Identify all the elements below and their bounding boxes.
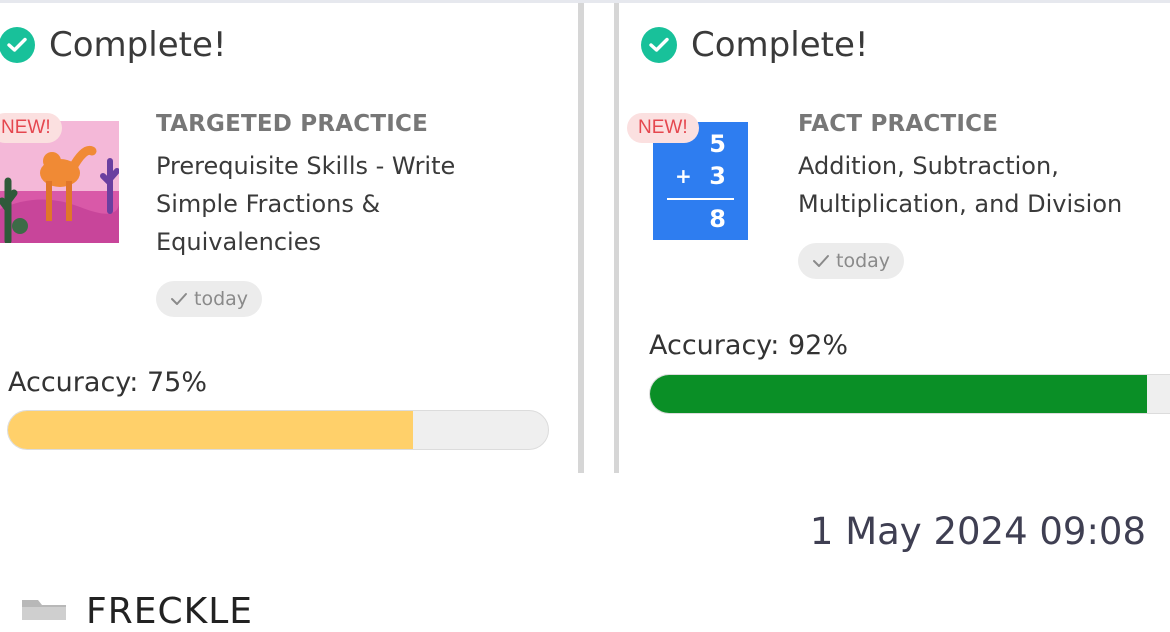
activity-title-line: Prerequisite Skills - Write [156, 152, 456, 180]
check-icon [813, 255, 829, 267]
activity-category: TARGETED PRACTICE [156, 111, 428, 137]
folder-icon [20, 596, 68, 625]
activity-title-line: Simple Fractions & [156, 190, 381, 218]
date-pill: today [156, 281, 263, 317]
activity-category: FACT PRACTICE [798, 111, 999, 137]
check-circle-icon [641, 27, 677, 63]
flashcard-answer: 8 [709, 205, 726, 233]
activity-title[interactable]: Prerequisite Skills - Write Simple Fract… [156, 147, 455, 261]
accuracy-label: Accuracy: 75% [8, 367, 207, 398]
status-text: Complete! [49, 25, 227, 65]
date-pill-text: today [836, 250, 891, 272]
status-text: Complete! [691, 25, 869, 65]
flashcard-top-number: 5 [709, 130, 726, 158]
activity-title-line: Multiplication, and Division [798, 190, 1123, 218]
accuracy-progress-fill [8, 411, 413, 449]
activity-title[interactable]: Addition, Subtraction, Multiplication, a… [798, 147, 1122, 223]
check-icon [171, 293, 187, 305]
date-pill-text: today [194, 288, 249, 310]
check-circle-icon [0, 27, 35, 63]
complete-status: Complete! [0, 25, 227, 65]
activity-title-line: Addition, Subtraction, [798, 152, 1059, 180]
accuracy-label: Accuracy: 92% [649, 330, 848, 361]
flashcard-operator: + [675, 164, 692, 188]
complete-status: Complete! [641, 25, 869, 65]
flashcard-bottom-number: 3 [709, 162, 726, 190]
activity-card-fact-practice[interactable]: Complete! 5 + 3 8 NEW! FACT PRACTICE Add… [619, 3, 1170, 473]
flashcard-line [667, 198, 734, 200]
new-badge: NEW! [627, 113, 699, 143]
accuracy-progress-bar [649, 374, 1170, 414]
activity-title-line: Equivalencies [156, 228, 321, 256]
accuracy-progress-bar [7, 410, 549, 450]
card-gap [584, 3, 614, 473]
app-name: FRECKLE [86, 591, 254, 632]
accuracy-progress-fill [650, 375, 1147, 413]
date-pill: today [798, 243, 905, 279]
timestamp: 1 May 2024 09:08 [809, 510, 1146, 553]
new-badge: NEW! [0, 113, 62, 143]
activity-card-targeted-practice[interactable]: Complete! NEW! TARGETED PRACTICE Prerequ… [0, 3, 578, 473]
